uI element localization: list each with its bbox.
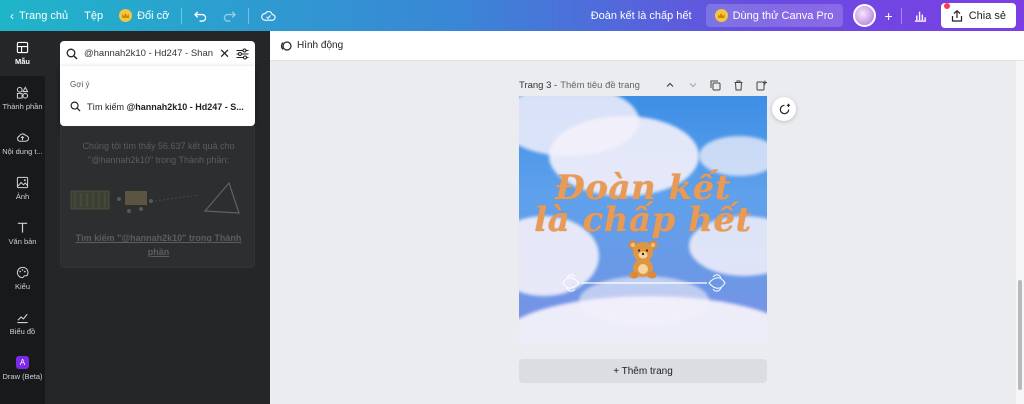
text-icon [17, 222, 28, 233]
animate-label: Hình động [297, 40, 344, 51]
chevron-left-icon: ‹ [10, 8, 14, 23]
undo-button[interactable] [186, 0, 215, 31]
rail-label: Kiểu [14, 282, 30, 291]
photo-icon [16, 176, 29, 189]
try-pro-label: Dùng thử Canva Pro [732, 9, 834, 22]
chart-icon [17, 313, 28, 324]
rail-label: Nội dung t... [2, 147, 43, 156]
trash-icon[interactable] [733, 80, 744, 91]
home-label: Trang chủ [19, 9, 69, 22]
cloud-check-icon [261, 11, 276, 21]
filter-icon[interactable] [236, 48, 249, 60]
search-icon [70, 101, 81, 112]
add-comment-icon [779, 103, 790, 114]
suggestion-query: @hannah2k10 - Hd247 - S... [126, 101, 244, 112]
notification-dot [944, 3, 950, 9]
chevron-up-icon[interactable] [664, 80, 675, 91]
rail-item-text[interactable]: Văn bản [0, 211, 45, 256]
rail-item-draw[interactable]: A Draw (Beta) [0, 346, 45, 391]
results-summary: Chúng tôi tìm thấy 56.637 kết quả cho "@… [82, 141, 235, 165]
document-title-label: Đoàn kết là chấp hết [590, 9, 692, 22]
design-title-line2[interactable]: là chấp hết [519, 200, 767, 240]
rail-label: Mẫu [15, 57, 30, 66]
page-number: Trang 3 - [519, 79, 558, 91]
rail-item-elements[interactable]: Thành phần [0, 76, 45, 121]
clear-search-icon[interactable]: ✕ [219, 46, 230, 62]
styles-icon [16, 266, 29, 279]
bar-chart-icon [914, 11, 926, 22]
rail-label: Biểu đồ [9, 327, 36, 336]
redo-icon [224, 11, 237, 22]
redo-button[interactable] [215, 0, 244, 31]
design-page[interactable]: Đoàn kết là chấp hết [519, 96, 767, 344]
animate-button[interactable]: Hình động [280, 40, 343, 52]
add-page-icon[interactable] [756, 80, 767, 91]
elements-icon [16, 86, 29, 99]
rail-label: Ảnh [15, 192, 30, 201]
duplicate-icon[interactable] [710, 80, 721, 91]
suggestions-heading: Gợi ý [70, 80, 90, 89]
suggestion-prefix: Tìm kiếm [87, 101, 127, 112]
rail-item-templates[interactable]: Mẫu [0, 31, 45, 76]
crown-icon [714, 9, 728, 22]
upload-icon [17, 133, 29, 142]
template-icon [16, 41, 29, 54]
rail-item-charts[interactable]: Biểu đồ [0, 301, 45, 346]
avatar-group[interactable]: + [843, 0, 897, 31]
try-pro-button[interactable]: Dùng thử Canva Pro [705, 4, 843, 27]
rail-item-styles[interactable]: Kiểu [0, 256, 45, 301]
share-label: Chia sẻ [968, 9, 1006, 22]
rail-label: Draw (Beta) [2, 372, 43, 381]
avatar[interactable] [852, 4, 876, 27]
page-header: Trang 3 - Thêm tiêu đề trang [519, 77, 767, 93]
divider [900, 7, 902, 24]
search-icon [66, 48, 78, 59]
results-card: Chúng tôi tìm thấy 56.637 kết quả cho "@… [60, 126, 255, 268]
divider [248, 7, 250, 24]
add-page-button[interactable]: + Thêm trang [519, 359, 767, 383]
resize-label: Đổi cỡ [137, 9, 170, 22]
scrollbar-thumb[interactable] [1018, 280, 1022, 390]
search-in-elements-link[interactable]: Tìm kiếm "@hannah2k10" trong Thành phần [71, 231, 246, 259]
search-suggestions: Gợi ý Tìm kiếm @hannah2k10 - Hd247 - S..… [60, 66, 255, 126]
cloud-save-button[interactable] [253, 0, 284, 31]
rail-label: Văn bản [8, 237, 37, 246]
plus-icon[interactable]: + [885, 8, 893, 24]
chevron-down-icon[interactable] [687, 80, 698, 91]
rail-item-uploads[interactable]: Nội dung t... [0, 121, 45, 166]
animate-icon [281, 40, 292, 51]
left-rail: Mẫu Thành phần Nội dung t... Ảnh Văn bản… [0, 31, 45, 404]
search-input[interactable]: @hannah2k10 - Hd247 - Shan [84, 48, 213, 59]
divider [181, 7, 183, 24]
side-panel: @hannah2k10 - Hd247 - Shan ✕ Gợi ý Tìm k… [45, 31, 270, 404]
editor-toolbar: Hình động [270, 31, 1024, 61]
page-title-input[interactable]: Thêm tiêu đề trang [560, 80, 640, 91]
draw-icon: A [16, 356, 29, 369]
elements-preview [70, 181, 240, 214]
search-box[interactable]: @hannah2k10 - Hd247 - Shan ✕ [60, 41, 255, 66]
crown-icon [119, 9, 133, 22]
file-menu-button[interactable]: Tệp [76, 0, 111, 31]
refresh-comment-button[interactable] [772, 97, 796, 121]
resize-button[interactable]: Đổi cỡ [111, 0, 177, 31]
suggestion-item[interactable]: Tìm kiếm @hannah2k10 - Hd247 - S... [60, 89, 255, 112]
undo-icon [194, 11, 207, 22]
add-page-label: + Thêm trang [613, 365, 673, 377]
file-label: Tệp [84, 9, 104, 22]
share-button[interactable]: Chia sẻ [940, 3, 1016, 28]
insights-button[interactable] [906, 0, 935, 31]
document-title[interactable]: Đoàn kết là chấp hết [583, 0, 706, 31]
share-icon [951, 9, 962, 22]
home-button[interactable]: ‹ Trang chủ [0, 0, 76, 31]
rail-label: Thành phần [2, 102, 43, 111]
teddy-bear-image [628, 240, 658, 279]
rail-item-photos[interactable]: Ảnh [0, 166, 45, 211]
top-bar: ‹ Trang chủ Tệp Đổi cỡ Đoàn kết là chấp … [0, 0, 1024, 31]
